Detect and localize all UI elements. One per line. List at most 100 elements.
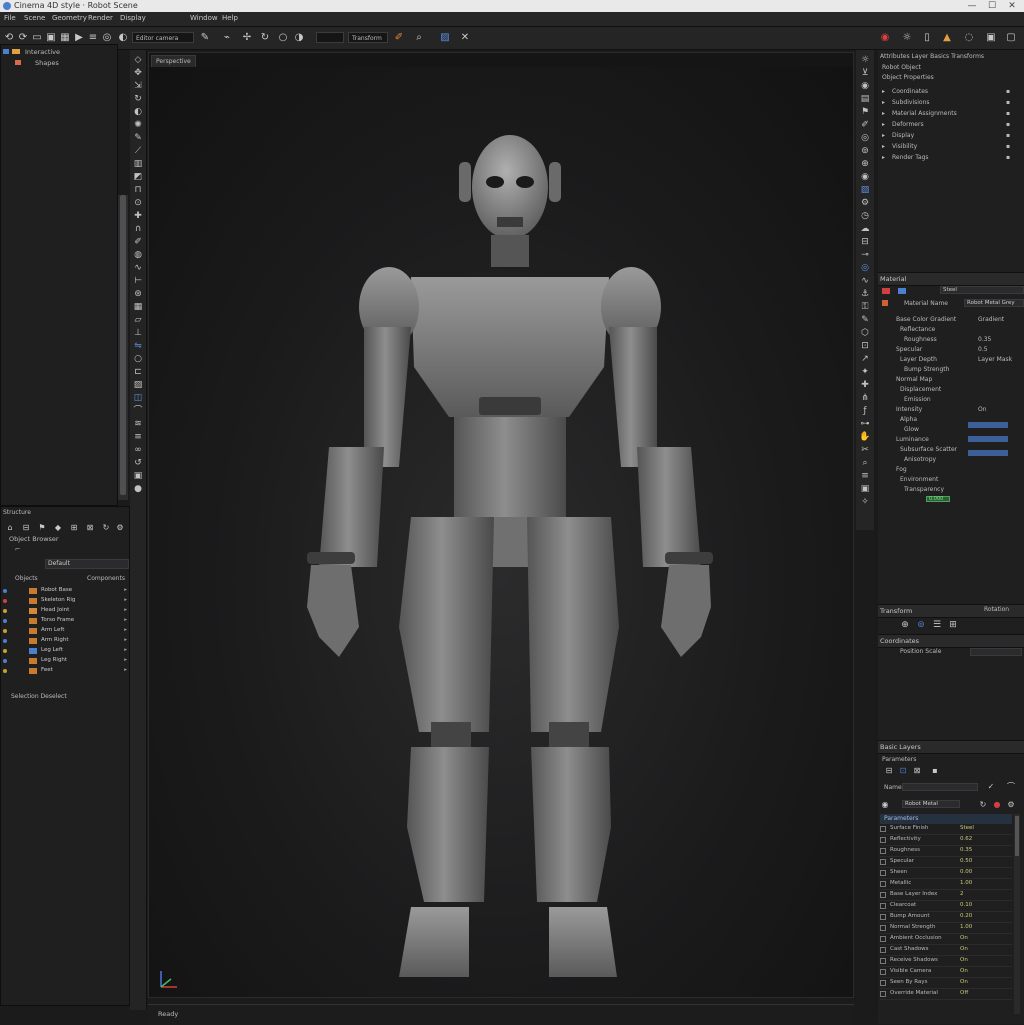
camera-icon[interactable]: ◐: [116, 31, 130, 45]
parameter-value[interactable]: 0.10: [960, 902, 972, 908]
brush-right-icon[interactable]: ✐: [859, 119, 871, 131]
layer-tail-icon[interactable]: ▸: [124, 607, 127, 613]
parameter-value[interactable]: 0.20: [960, 913, 972, 919]
camera-mode-field[interactable]: Editor camera: [132, 32, 194, 43]
key-icon[interactable]: ⚿: [859, 301, 871, 313]
parameter-row[interactable]: Cast Shadows On: [880, 945, 1012, 956]
parameter-value[interactable]: On: [960, 957, 968, 963]
paint-tool-icon[interactable]: ✐: [132, 236, 144, 248]
parameter-value[interactable]: Steel: [960, 825, 974, 831]
clock-icon[interactable]: ◷: [859, 210, 871, 222]
pen-icon[interactable]: ✎: [198, 31, 212, 45]
hair-icon[interactable]: ≋: [132, 418, 144, 430]
parameter-row[interactable]: Clearcoat 0.10: [880, 901, 1012, 912]
parameter-row[interactable]: Base Layer Index 2: [880, 890, 1012, 901]
parameter-checkbox[interactable]: [880, 980, 886, 986]
material-section-header[interactable]: Material: [878, 272, 1024, 286]
globe-icon[interactable]: ⊕: [859, 158, 871, 170]
plus-icon[interactable]: ✚: [859, 379, 871, 391]
parameter-value[interactable]: 0.50: [960, 858, 972, 864]
picture-right-icon[interactable]: ▨: [859, 184, 871, 196]
menu-display[interactable]: Display: [120, 14, 146, 22]
spiral-icon[interactable]: ◎: [859, 262, 871, 274]
parameter-row[interactable]: Normal Strength 1.00: [880, 923, 1012, 934]
left-item-shapes[interactable]: Shapes: [35, 59, 59, 67]
specular-slider[interactable]: [968, 436, 1008, 442]
layer-row[interactable]: Leg Right ▸: [3, 657, 129, 666]
property-value[interactable]: On: [978, 406, 987, 413]
bookmark-icon[interactable]: ⊏: [132, 366, 144, 378]
property-value[interactable]: 0.5: [978, 346, 988, 353]
tree-arrow-icon[interactable]: ▸: [882, 121, 885, 128]
brush-icon[interactable]: ⌁: [220, 31, 234, 45]
scissors-icon[interactable]: ✂: [859, 444, 871, 456]
minimize-button[interactable]: —: [962, 0, 982, 12]
play-icon[interactable]: ▶: [72, 31, 86, 45]
attr-tree-item[interactable]: Render Tags: [892, 154, 929, 161]
bevel-icon[interactable]: ◩: [132, 171, 144, 183]
object-icon[interactable]: ⊚: [914, 618, 928, 632]
close-x-icon[interactable]: ✕: [458, 31, 472, 45]
layer-del-icon[interactable]: ⊠: [910, 764, 924, 778]
parameter-checkbox[interactable]: [880, 925, 886, 931]
layer-tail-icon[interactable]: ▸: [124, 637, 127, 643]
contrast-icon[interactable]: ◑: [292, 31, 306, 45]
material-field[interactable]: Steel: [940, 286, 1024, 294]
parameter-value[interactable]: On: [960, 946, 968, 952]
robot-model[interactable]: [149, 67, 853, 997]
record-icon[interactable]: ◉: [878, 31, 892, 45]
unlock-icon[interactable]: ◌: [962, 31, 976, 45]
layer-tail-icon[interactable]: ▸: [124, 617, 127, 623]
parameter-value[interactable]: On: [960, 979, 968, 985]
parameter-row[interactable]: Sheen 0.00: [880, 868, 1012, 879]
parameter-value[interactable]: 0.00: [960, 869, 972, 875]
search-icon[interactable]: ⌕: [412, 31, 426, 45]
grid-icon[interactable]: ▦: [58, 31, 72, 45]
parameter-row[interactable]: Reflectivity 0.62: [880, 835, 1012, 846]
parameter-value[interactable]: Off: [960, 990, 968, 996]
rotate-tool-icon[interactable]: ↻: [132, 93, 144, 105]
property-value[interactable]: Layer Mask: [978, 356, 1012, 363]
parameter-checkbox[interactable]: [880, 903, 886, 909]
box-right-icon[interactable]: ▣: [859, 483, 871, 495]
parameter-value[interactable]: On: [960, 935, 968, 941]
parameter-row[interactable]: Visible Camera On: [880, 967, 1012, 978]
tag-icon[interactable]: ⊟: [19, 521, 33, 535]
left-scrollbar[interactable]: [118, 195, 128, 500]
stop-icon[interactable]: ●: [990, 798, 1004, 812]
table-scroll-thumb[interactable]: [1015, 816, 1019, 856]
loop-icon[interactable]: ⊙: [132, 197, 144, 209]
refresh-tool-icon[interactable]: ↺: [132, 457, 144, 469]
uv-icon[interactable]: ◫: [132, 392, 144, 404]
maximize-button[interactable]: ☐: [982, 0, 1002, 12]
gear-right-icon[interactable]: ⚙: [859, 197, 871, 209]
parameter-row[interactable]: Seen By Rays On: [880, 978, 1012, 989]
cube-icon[interactable]: ▣: [132, 470, 144, 482]
extrude-icon[interactable]: ▥: [132, 158, 144, 170]
snap-icon[interactable]: ⊛: [132, 288, 144, 300]
property-value[interactable]: Gradient: [978, 316, 1004, 323]
mirror-icon[interactable]: ⇋: [132, 340, 144, 352]
lock-icon[interactable]: ▣: [984, 31, 998, 45]
property-value[interactable]: 0.35: [978, 336, 991, 343]
parameter-row[interactable]: Surface Finish Steel: [880, 824, 1012, 835]
parameter-row[interactable]: Receive Shadows On: [880, 956, 1012, 967]
coordinates-field[interactable]: [970, 648, 1022, 656]
parameter-value[interactable]: 1.00: [960, 924, 972, 930]
lock-layer-icon[interactable]: ⊠: [83, 521, 97, 535]
refresh-icon[interactable]: ↻: [99, 521, 113, 535]
ruler-icon[interactable]: ⊟: [859, 236, 871, 248]
parameter-value[interactable]: On: [960, 968, 968, 974]
align-icon[interactable]: ⊞: [946, 618, 960, 632]
spline-icon[interactable]: ∿: [132, 262, 144, 274]
paint-icon[interactable]: ✐: [392, 31, 406, 45]
select-icon[interactable]: ◇: [132, 54, 144, 66]
node-icon[interactable]: ⊶: [859, 418, 871, 430]
viewport-3d[interactable]: Perspective: [148, 52, 854, 998]
name-input[interactable]: [902, 783, 978, 791]
record-small-icon[interactable]: ◉: [878, 798, 892, 812]
parameter-checkbox[interactable]: [880, 936, 886, 942]
table-scrollbar[interactable]: [1014, 814, 1020, 1014]
parameter-checkbox[interactable]: [880, 837, 886, 843]
parameter-row[interactable]: Override Material Off: [880, 989, 1012, 1000]
